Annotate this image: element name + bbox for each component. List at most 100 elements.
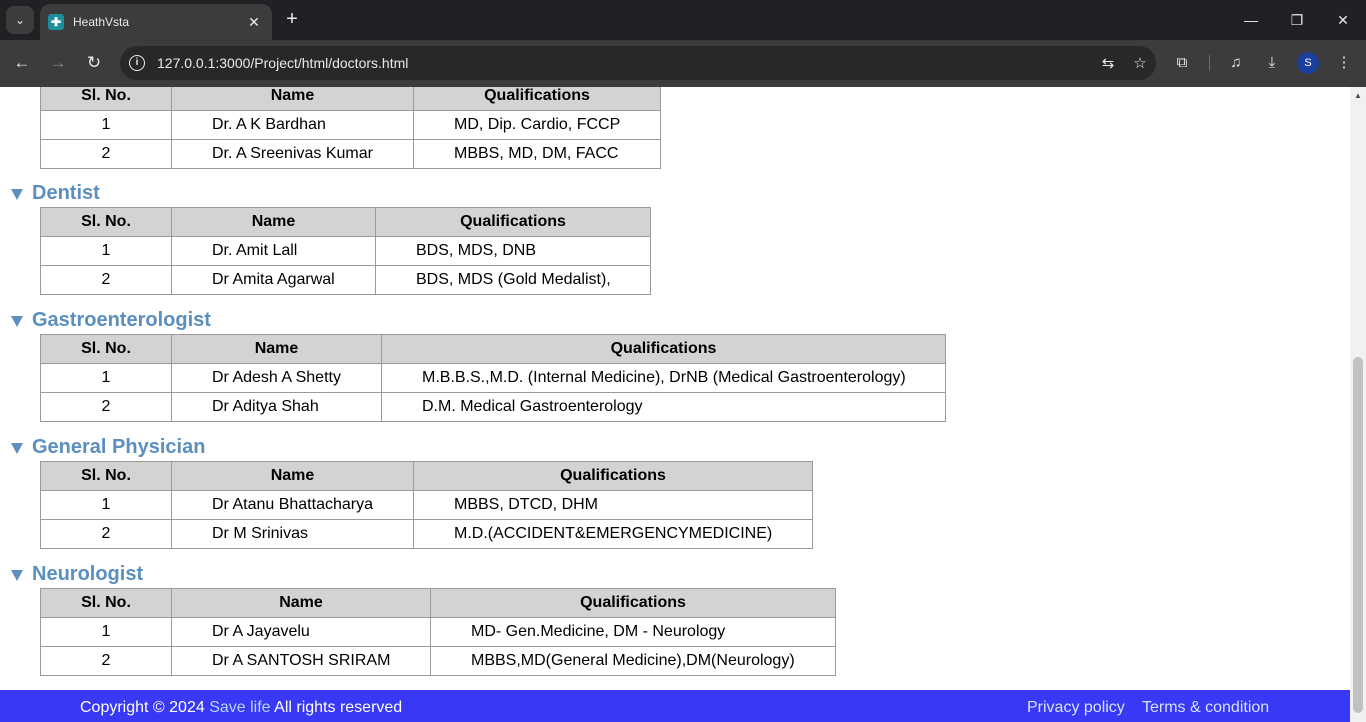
menu-kebab-icon[interactable]: ⋮ bbox=[1330, 50, 1358, 76]
header-qualifications: Qualifications bbox=[413, 87, 661, 111]
header-qualifications: Qualifications bbox=[381, 334, 946, 364]
specialty-section-gastroenterologist: Gastroenterologist Sl. No. Name Qualific… bbox=[10, 308, 946, 422]
cell-name: Dr Atanu Bhattacharya bbox=[171, 490, 414, 520]
section-toggle[interactable]: Gastroenterologist bbox=[10, 308, 946, 332]
table-row: 1 Dr A Jayavelu MD- Gen.Medicine, DM - N… bbox=[40, 617, 836, 647]
bookmark-star-icon[interactable]: ☆ bbox=[1124, 54, 1156, 72]
url-text[interactable]: 127.0.0.1:3000/Project/html/doctors.html bbox=[157, 55, 1092, 71]
cell-name: Dr A SANTOSH SRIRAM bbox=[171, 646, 431, 676]
cell-qualifications: M.B.B.S.,M.D. (Internal Medicine), DrNB … bbox=[381, 363, 946, 393]
cell-qualifications: D.M. Medical Gastroenterology bbox=[381, 392, 946, 422]
scroll-up-arrow-icon[interactable]: ▲ bbox=[1350, 89, 1366, 103]
header-sl-no: Sl. No. bbox=[40, 87, 172, 111]
header-qualifications: Qualifications bbox=[430, 588, 836, 618]
table-row: 2 Dr M Srinivas M.D.(ACCIDENT&EMERGENCYM… bbox=[40, 519, 813, 549]
table-header-row: Sl. No. Name Qualifications bbox=[40, 87, 661, 111]
cell-sl-no: 1 bbox=[40, 617, 172, 647]
copyright-text: Copyright © 2024 bbox=[80, 699, 205, 716]
section-toggle[interactable]: Dentist bbox=[10, 181, 651, 205]
disclosure-triangle-icon bbox=[11, 442, 23, 454]
scroll-thumb[interactable] bbox=[1353, 357, 1363, 713]
page-viewport: Sl. No. Name Qualifications 1 Dr. A K Ba… bbox=[0, 87, 1350, 722]
table-header-row: Sl. No. Name Qualifications bbox=[40, 461, 813, 491]
cell-qualifications: BDS, MDS, DNB bbox=[375, 236, 651, 266]
cell-sl-no: 1 bbox=[40, 490, 172, 520]
tab-search-button[interactable]: ⌄ bbox=[6, 6, 34, 34]
section-toggle[interactable]: General Physician bbox=[10, 435, 813, 459]
address-bar[interactable]: i 127.0.0.1:3000/Project/html/doctors.ht… bbox=[120, 46, 1156, 80]
cell-name: Dr M Srinivas bbox=[171, 519, 414, 549]
table-row: 2 Dr Aditya Shah D.M. Medical Gastroente… bbox=[40, 392, 946, 422]
cell-name: Dr Adesh A Shetty bbox=[171, 363, 382, 393]
table-header-row: Sl. No. Name Qualifications bbox=[40, 207, 651, 237]
cell-qualifications: MD- Gen.Medicine, DM - Neurology bbox=[430, 617, 836, 647]
terms-link[interactable]: Terms & condition bbox=[1142, 699, 1269, 717]
section-title: Gastroenterologist bbox=[32, 308, 211, 331]
cell-sl-no: 2 bbox=[40, 139, 172, 169]
rights-text: All rights reserved bbox=[274, 699, 403, 716]
header-name: Name bbox=[171, 87, 414, 111]
table-row: 1 Dr Atanu Bhattacharya MBBS, DTCD, DHM bbox=[40, 490, 813, 520]
close-window-icon[interactable]: ✕ bbox=[1320, 8, 1366, 32]
cell-qualifications: MBBS,MD(General Medicine),DM(Neurology) bbox=[430, 646, 836, 676]
back-icon[interactable]: ← bbox=[8, 50, 36, 76]
new-tab-button[interactable]: + bbox=[282, 8, 302, 32]
header-name: Name bbox=[171, 334, 382, 364]
tab-title: HeathVsta bbox=[73, 15, 130, 29]
header-name: Name bbox=[171, 588, 431, 618]
download-icon[interactable]: ⤓ bbox=[1258, 50, 1286, 76]
table-row: 1 Dr Adesh A Shetty M.B.B.S.,M.D. (Inter… bbox=[40, 363, 946, 393]
cell-qualifications: MBBS, DTCD, DHM bbox=[413, 490, 813, 520]
header-qualifications: Qualifications bbox=[375, 207, 651, 237]
cell-sl-no: 1 bbox=[40, 363, 172, 393]
table-row: 2 Dr A SANTOSH SRIRAM MBBS,MD(General Me… bbox=[40, 646, 836, 676]
header-sl-no: Sl. No. bbox=[40, 588, 172, 618]
cell-qualifications: M.D.(ACCIDENT&EMERGENCYMEDICINE) bbox=[413, 519, 813, 549]
tab-close-icon[interactable]: ✕ bbox=[246, 14, 262, 31]
cell-name: Dr Amita Agarwal bbox=[171, 265, 376, 295]
doctors-table: Sl. No. Name Qualifications 1 Dr. Amit L… bbox=[40, 207, 651, 295]
cell-sl-no: 1 bbox=[40, 110, 172, 140]
extensions-icon[interactable]: ⧉ bbox=[1168, 50, 1196, 76]
cell-name: Dr Aditya Shah bbox=[171, 392, 382, 422]
specialty-section-neurologist: Neurologist Sl. No. Name Qualifications … bbox=[10, 562, 836, 676]
table-row: 1 Dr. A K Bardhan MD, Dip. Cardio, FCCP bbox=[40, 110, 661, 140]
table-header-row: Sl. No. Name Qualifications bbox=[40, 588, 836, 618]
section-title: Dentist bbox=[32, 181, 100, 204]
page-footer: Copyright © 2024 Save life All rights re… bbox=[0, 690, 1350, 722]
minimize-icon[interactable]: — bbox=[1228, 8, 1274, 32]
specialty-section-cardiologist: Sl. No. Name Qualifications 1 Dr. A K Ba… bbox=[10, 87, 661, 169]
reload-icon[interactable]: ↻ bbox=[80, 50, 108, 76]
header-sl-no: Sl. No. bbox=[40, 334, 172, 364]
header-name: Name bbox=[171, 461, 414, 491]
cell-name: Dr. A Sreenivas Kumar bbox=[171, 139, 414, 169]
doctors-table: Sl. No. Name Qualifications 1 Dr Atanu B… bbox=[40, 461, 813, 549]
cell-name: Dr. A K Bardhan bbox=[171, 110, 414, 140]
specialty-section-dentist: Dentist Sl. No. Name Qualifications 1 Dr… bbox=[10, 181, 651, 295]
section-toggle[interactable]: Neurologist bbox=[10, 562, 836, 586]
doctors-table: Sl. No. Name Qualifications 1 Dr Adesh A… bbox=[40, 334, 946, 422]
site-info-icon[interactable]: i bbox=[124, 50, 150, 76]
browser-tab[interactable]: ✚ HeathVsta ✕ bbox=[40, 4, 272, 40]
header-sl-no: Sl. No. bbox=[40, 461, 172, 491]
table-row: 2 Dr. A Sreenivas Kumar MBBS, MD, DM, FA… bbox=[40, 139, 661, 169]
cell-name: Dr A Jayavelu bbox=[171, 617, 431, 647]
restore-icon[interactable]: ❐ bbox=[1274, 8, 1320, 32]
disclosure-triangle-icon bbox=[11, 569, 23, 581]
profile-avatar[interactable]: S bbox=[1297, 52, 1319, 74]
doctors-table: Sl. No. Name Qualifications 1 Dr A Jayav… bbox=[40, 588, 836, 676]
browser-tab-strip: ⌄ ✚ HeathVsta ✕ + — ❐ ✕ bbox=[0, 0, 1366, 40]
privacy-policy-link[interactable]: Privacy policy bbox=[1027, 699, 1125, 717]
header-name: Name bbox=[171, 207, 376, 237]
translate-icon[interactable]: ⇆ bbox=[1092, 54, 1124, 72]
disclosure-triangle-icon bbox=[11, 188, 23, 200]
table-row: 2 Dr Amita Agarwal BDS, MDS (Gold Medali… bbox=[40, 265, 651, 295]
specialty-section-general-physician: General Physician Sl. No. Name Qualifica… bbox=[10, 435, 813, 549]
vertical-scrollbar[interactable]: ▲ bbox=[1350, 87, 1366, 722]
forward-icon[interactable]: → bbox=[44, 50, 72, 76]
doctors-table: Sl. No. Name Qualifications 1 Dr. A K Ba… bbox=[40, 87, 661, 169]
cell-sl-no: 2 bbox=[40, 265, 172, 295]
brand-link[interactable]: Save life bbox=[209, 699, 270, 716]
chevron-down-icon: ⌄ bbox=[14, 13, 26, 27]
media-control-icon[interactable]: ♫ bbox=[1222, 50, 1250, 76]
